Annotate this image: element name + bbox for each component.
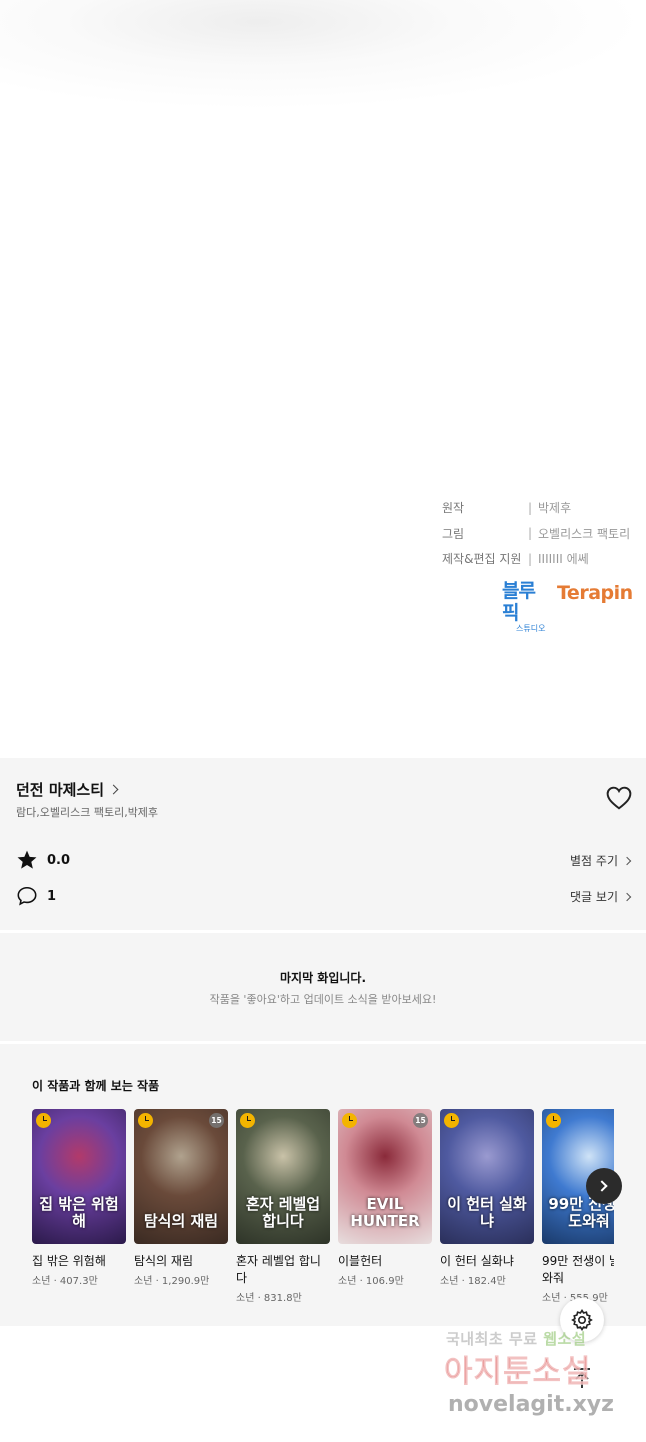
credit-label: 그림 <box>442 526 465 541</box>
recommendation-card[interactable]: 혼자 레벨업 합니다 혼자 레벨업 합니다 소년 · 831.8만 <box>236 1109 330 1304</box>
recommendation-title: 이블헌터 <box>338 1254 383 1268</box>
thumbnail-title: 탐식의 재림 <box>143 1212 219 1230</box>
recommendation-meta: 소년 · 831.8만 <box>236 1293 302 1304</box>
recommendations-carousel: 집 밖은 위험해 집 밖은 위험해 소년 · 407.3만 탐식의 재림 15 … <box>32 1109 614 1319</box>
credit-row-art: 그림 | 오벨리스크 팩토리 <box>442 521 642 547</box>
series-authors: 람다,오벨리스크 팩토리,박제후 <box>16 806 159 819</box>
chevron-right-icon <box>596 1180 608 1192</box>
bluepic-logo-subtext: 스튜디오 <box>516 624 546 633</box>
recommendation-thumbnail: 집 밖은 위험해 <box>32 1109 126 1244</box>
view-comments-button[interactable]: 댓글 보기 <box>570 888 632 905</box>
comment-row: 1 댓글 보기 <box>16 884 632 908</box>
credit-value: IIIIIII 에쎄 <box>538 552 589 567</box>
gear-icon <box>571 1309 593 1331</box>
recommendation-title: 집 밖은 위험해 <box>32 1254 106 1268</box>
credit-value: 박제후 <box>538 501 572 516</box>
rating-row: 0.0 별점 주기 <box>16 848 632 872</box>
credits-block: 원작 | 박제후 그림 | 오벨리스크 팩토리 제작&편집 지원 | IIIII… <box>442 495 642 572</box>
series-title: 던전 마제스티 <box>16 781 105 799</box>
recommendation-meta: 소년 · 1,290.9만 <box>134 1276 210 1287</box>
rating-value: 0.0 <box>47 852 71 868</box>
terapin-logo: Terapin <box>557 582 633 604</box>
age-rating-badge: 15 <box>209 1113 224 1128</box>
recommendation-card[interactable]: EVIL HUNTER 15 이블헌터 소년 · 106.9만 <box>338 1109 432 1287</box>
watermark-url: novelagit.xyz <box>448 1392 614 1417</box>
comic-panel: 원작 | 박제후 그림 | 오벨리스크 팩토리 제작&편집 지원 | IIIII… <box>0 0 646 758</box>
heart-icon[interactable] <box>606 786 632 810</box>
recommendation-thumbnail: EVIL HUNTER 15 <box>338 1109 432 1244</box>
chevron-right-icon <box>108 784 119 795</box>
rate-button[interactable]: 별점 주기 <box>570 852 632 869</box>
recommendation-meta: 소년 · 182.4만 <box>440 1276 506 1287</box>
recommendation-meta: 소년 · 407.3만 <box>32 1276 98 1287</box>
settings-button[interactable] <box>560 1298 604 1342</box>
recommendation-card[interactable]: 집 밖은 위험해 집 밖은 위험해 소년 · 407.3만 <box>32 1109 126 1287</box>
speech-bubble-icon <box>17 886 37 906</box>
scroll-to-top-icon[interactable] <box>568 1364 596 1392</box>
thumbnail-title: 집 밖은 위험해 <box>39 1195 119 1230</box>
recommendations: 이 작품과 함께 보는 작품 집 밖은 위험해 집 밖은 위험해 소년 · 40… <box>0 1044 646 1326</box>
recommendations-heading: 이 작품과 함께 보는 작품 <box>32 1079 160 1093</box>
credit-label: 원작 <box>442 501 465 516</box>
rate-button-label: 별점 주기 <box>570 854 618 868</box>
credit-separator: | <box>528 551 533 566</box>
star-icon <box>17 850 37 869</box>
clock-icon <box>546 1113 561 1128</box>
thumbnail-title: 혼자 레벨업 합니다 <box>245 1195 321 1230</box>
watermark-tagline-a: 국내최초 무료 <box>446 1330 544 1348</box>
credit-value: 오벨리스크 팩토리 <box>538 526 631 541</box>
recommendation-thumbnail: 탐식의 재림 15 <box>134 1109 228 1244</box>
recommendation-meta: 소년 · 106.9만 <box>338 1276 404 1287</box>
credit-separator: | <box>528 526 533 541</box>
clock-icon <box>36 1113 51 1128</box>
view-comments-label: 댓글 보기 <box>570 890 618 904</box>
age-rating-badge: 15 <box>413 1113 428 1128</box>
comment-count: 1 <box>47 888 57 904</box>
recommendation-title: 혼자 레벨업 합니다 <box>236 1254 321 1285</box>
recommendation-title: 99만 전생이 날 도와줘 <box>542 1254 614 1285</box>
chevron-right-icon <box>622 856 632 865</box>
clock-icon <box>342 1113 357 1128</box>
chevron-right-icon <box>622 892 632 901</box>
last-episode-notice: 마지막 화입니다. 작품을 '좋아요'하고 업데이트 소식을 받아보세요! <box>0 933 646 1041</box>
studio-logos: 블루픽 스튜디오 Terapin <box>502 580 642 633</box>
recommendation-thumbnail: 혼자 레벨업 합니다 <box>236 1109 330 1244</box>
series-title-link[interactable]: 던전 마제스티 <box>16 779 119 800</box>
bluepic-logo-text: 블루픽 <box>502 580 536 624</box>
clock-icon <box>240 1113 255 1128</box>
last-episode-subtitle: 작품을 '좋아요'하고 업데이트 소식을 받아보세요! <box>209 993 437 1006</box>
carousel-next-button[interactable] <box>586 1168 622 1204</box>
recommendation-card[interactable]: 탐식의 재림 15 탐식의 재림 소년 · 1,290.9만 <box>134 1109 228 1287</box>
recommendation-card[interactable]: 이 헌터 실화냐 이 헌터 실화냐 소년 · 182.4만 <box>440 1109 534 1287</box>
credit-separator: | <box>528 500 533 515</box>
recommendation-card[interactable]: 99만 전생이 도와줘 99만 전생이 날 도와줘 소년 · 555.9만 <box>542 1109 614 1304</box>
thumbnail-title: 이 헌터 실화냐 <box>447 1195 527 1230</box>
site-watermark: 국내최초 무료 웹소설 아지툰소설 novelagit.xyz <box>440 1328 640 1424</box>
credit-label: 제작&편집 지원 <box>442 552 522 567</box>
recommendation-title: 탐식의 재림 <box>134 1254 194 1268</box>
clock-icon <box>138 1113 153 1128</box>
credit-row-original: 원작 | 박제후 <box>442 495 642 521</box>
recommendation-title: 이 헌터 실화냐 <box>440 1254 514 1268</box>
series-info: 던전 마제스티 람다,오벨리스크 팩토리,박제후 0.0 별점 주기 1 댓글 … <box>0 758 646 930</box>
credit-row-production: 제작&편집 지원 | IIIIIII 에쎄 <box>442 546 642 572</box>
thumbnail-title: EVIL HUNTER <box>350 1195 420 1230</box>
recommendation-thumbnail: 이 헌터 실화냐 <box>440 1109 534 1244</box>
clock-icon <box>444 1113 459 1128</box>
panel-haze <box>0 0 646 110</box>
bluepic-logo: 블루픽 스튜디오 <box>502 580 550 633</box>
last-episode-title: 마지막 화입니다. <box>279 971 367 985</box>
